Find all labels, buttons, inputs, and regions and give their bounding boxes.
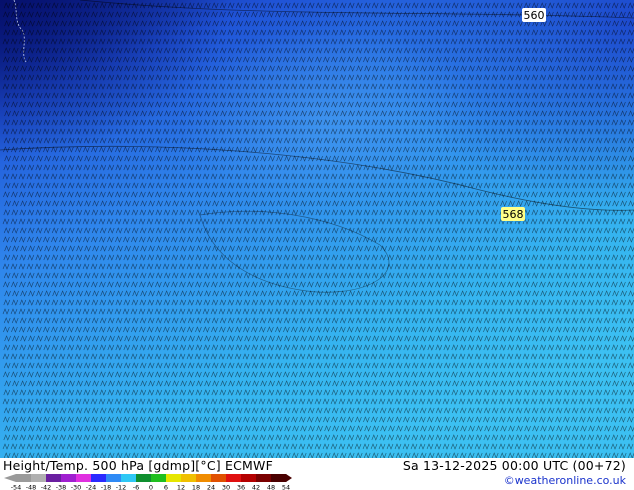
scale-tick-label: 0 [149,484,153,490]
scale-tick-label: -12 [116,484,127,490]
scale-tick-label: -54 [11,484,22,490]
map-footer: Height/Temp. 500 hPa [gdmp][°C] ECMWF Sa… [0,458,634,490]
scale-arrow-high [286,474,292,482]
scale-tick-label: -48 [26,484,37,490]
scale-swatch [196,474,212,482]
scale-swatch [181,474,197,482]
scale-tick-label: -18 [101,484,112,490]
scale-swatch [271,474,287,482]
scale-swatch [241,474,257,482]
map-title: Height/Temp. 500 hPa [gdmp][°C] ECMWF [3,458,273,473]
scale-swatch [91,474,107,482]
scale-tick-label: -30 [71,484,82,490]
scale-swatch [76,474,92,482]
scale-swatch [211,474,227,482]
scale-tick-label: 48 [267,484,275,490]
scale-tick-label: 42 [252,484,260,490]
scale-tick-label: -42 [41,484,52,490]
scale-tick-label: -6 [133,484,139,490]
scale-tick-label: 36 [237,484,245,490]
valid-datetime: Sa 13-12-2025 00:00 UTC (00+72) [402,458,626,473]
central-light-patch [0,0,634,458]
contour-label-560: 560 [522,8,546,22]
scale-swatch [121,474,137,482]
scale-swatch [106,474,122,482]
scale-swatch [226,474,242,482]
scale-tick-label: 12 [177,484,185,490]
scale-tick-label: 30 [222,484,230,490]
contour-label-568-text: 568 [503,208,524,221]
scale-tick-label: 54 [282,484,290,490]
scale-swatch [16,474,32,482]
scale-arrow-low [4,474,16,482]
scale-swatch [61,474,77,482]
contour-label-568: 568 [501,207,525,221]
contour-label-560-text: 560 [524,9,545,22]
weather-map: 560 568 [0,0,634,458]
scale-swatch [136,474,152,482]
scale-swatch [166,474,182,482]
scale-swatch [46,474,62,482]
scale-swatch [31,474,47,482]
temperature-color-scale: -54 -48 -42 -38 -30 -24 -18 -12 -6 0 6 12 18 24 30 36 42… [4,474,292,490]
scale-tick-label: 24 [207,484,215,490]
scale-tick-label: -24 [86,484,97,490]
scale-tick-label: 18 [192,484,200,490]
scale-swatch [151,474,167,482]
scale-tick-label: 6 [164,484,168,490]
site-credit-link[interactable]: ©weatheronline.co.uk [504,474,626,487]
scale-tick-label: -38 [56,484,67,490]
scale-swatch [256,474,272,482]
